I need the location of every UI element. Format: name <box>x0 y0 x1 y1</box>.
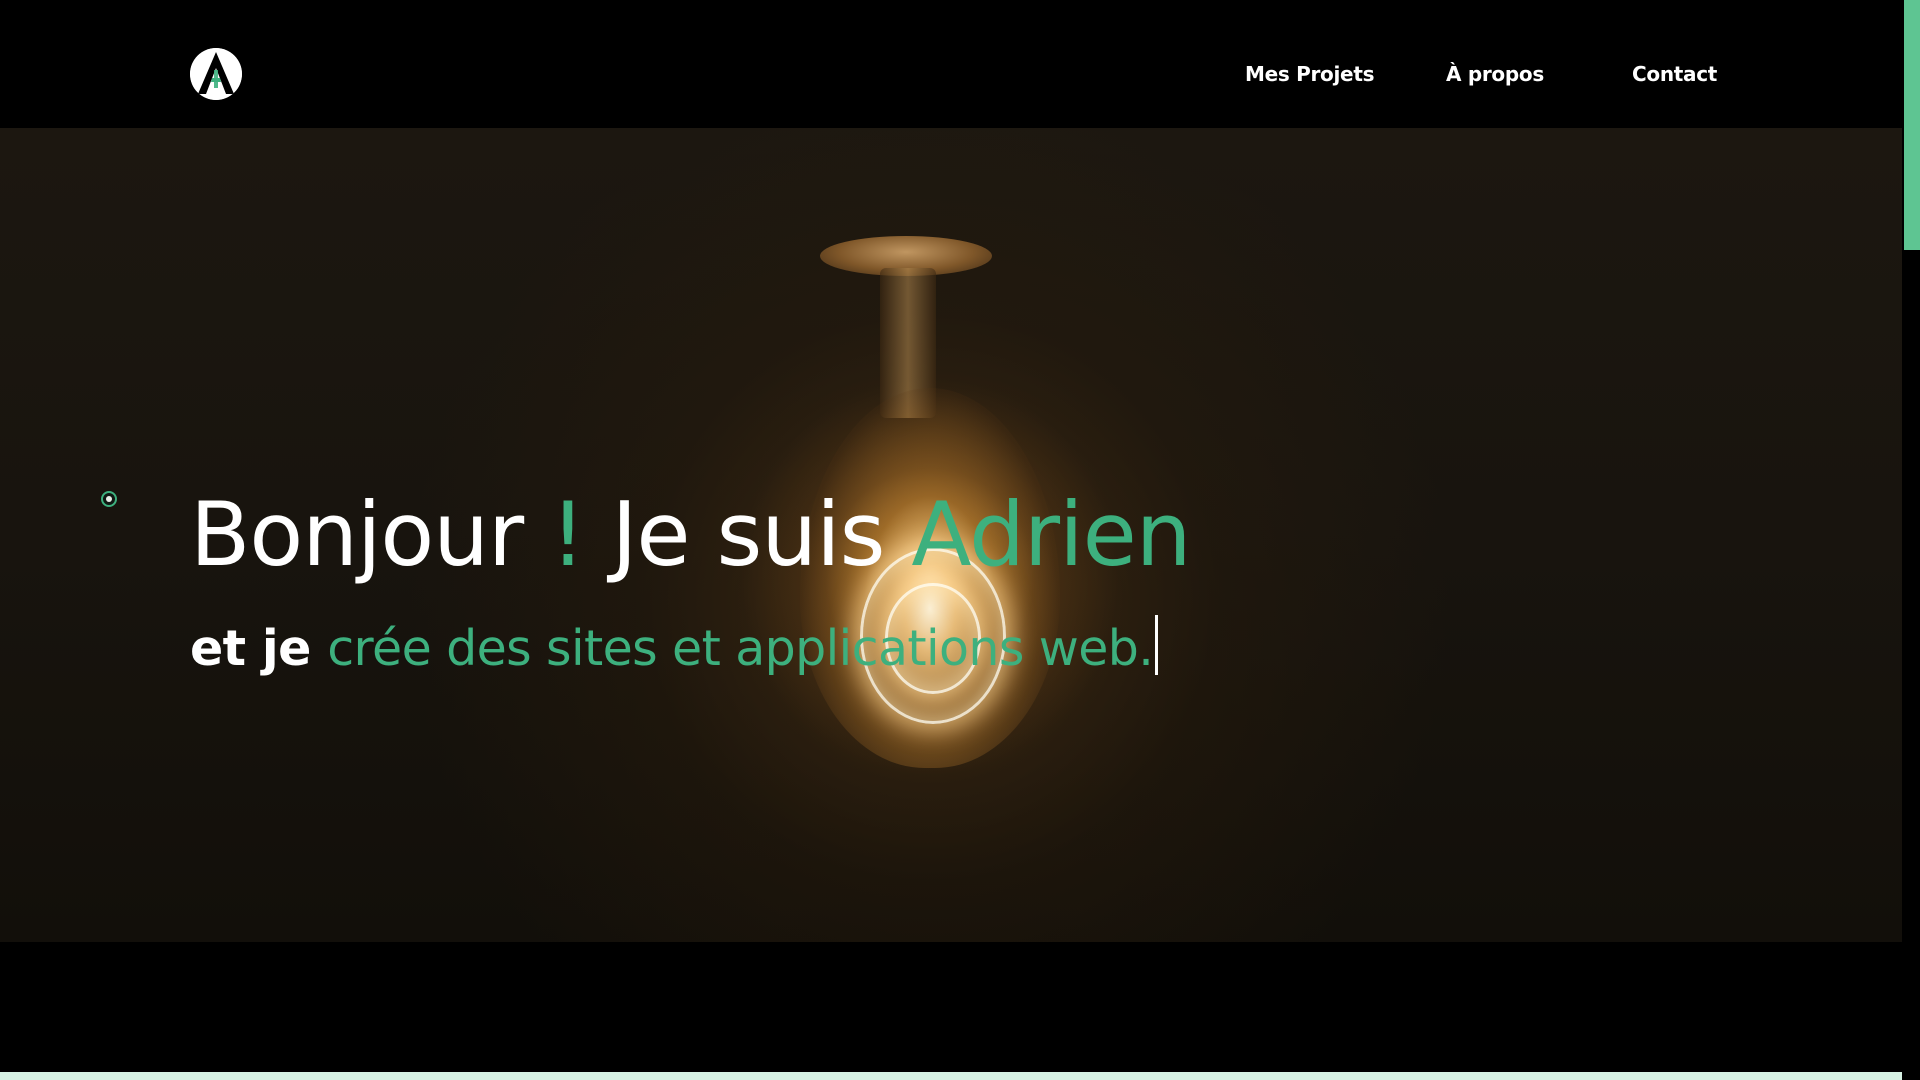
main-nav: Mes Projets À propos Contact <box>0 62 1902 92</box>
nav-link-contact[interactable]: Contact <box>1632 62 1717 86</box>
hero-subline: et je crée des sites et applications web… <box>190 615 1159 677</box>
typing-cursor <box>1155 615 1159 675</box>
site-header: Mes Projets À propos Contact <box>0 0 1902 128</box>
subline-highlight: crée des sites et applications web. <box>327 620 1154 677</box>
headline-name: Adrien <box>911 482 1191 586</box>
scroll-indicator-icon[interactable] <box>101 491 117 507</box>
nav-link-projects[interactable]: Mes Projets <box>1245 62 1374 86</box>
nav-link-about[interactable]: À propos <box>1446 62 1544 86</box>
subline-prefix: et je <box>190 620 328 677</box>
hero-headline: Bonjour ! Je suis Adrien <box>190 490 1191 579</box>
bottom-accent-line <box>0 1072 1902 1080</box>
page: Mes Projets À propos Contact Bonjour ! J… <box>0 0 1920 1080</box>
scrollbar-thumb[interactable] <box>1904 0 1920 250</box>
scroll-indicator-dot <box>106 496 112 502</box>
headline-intro: Je suis <box>584 482 912 586</box>
scrollbar[interactable] <box>1902 0 1920 1080</box>
headline-greeting: Bonjour <box>190 482 551 586</box>
headline-exclamation: ! <box>550 482 585 586</box>
